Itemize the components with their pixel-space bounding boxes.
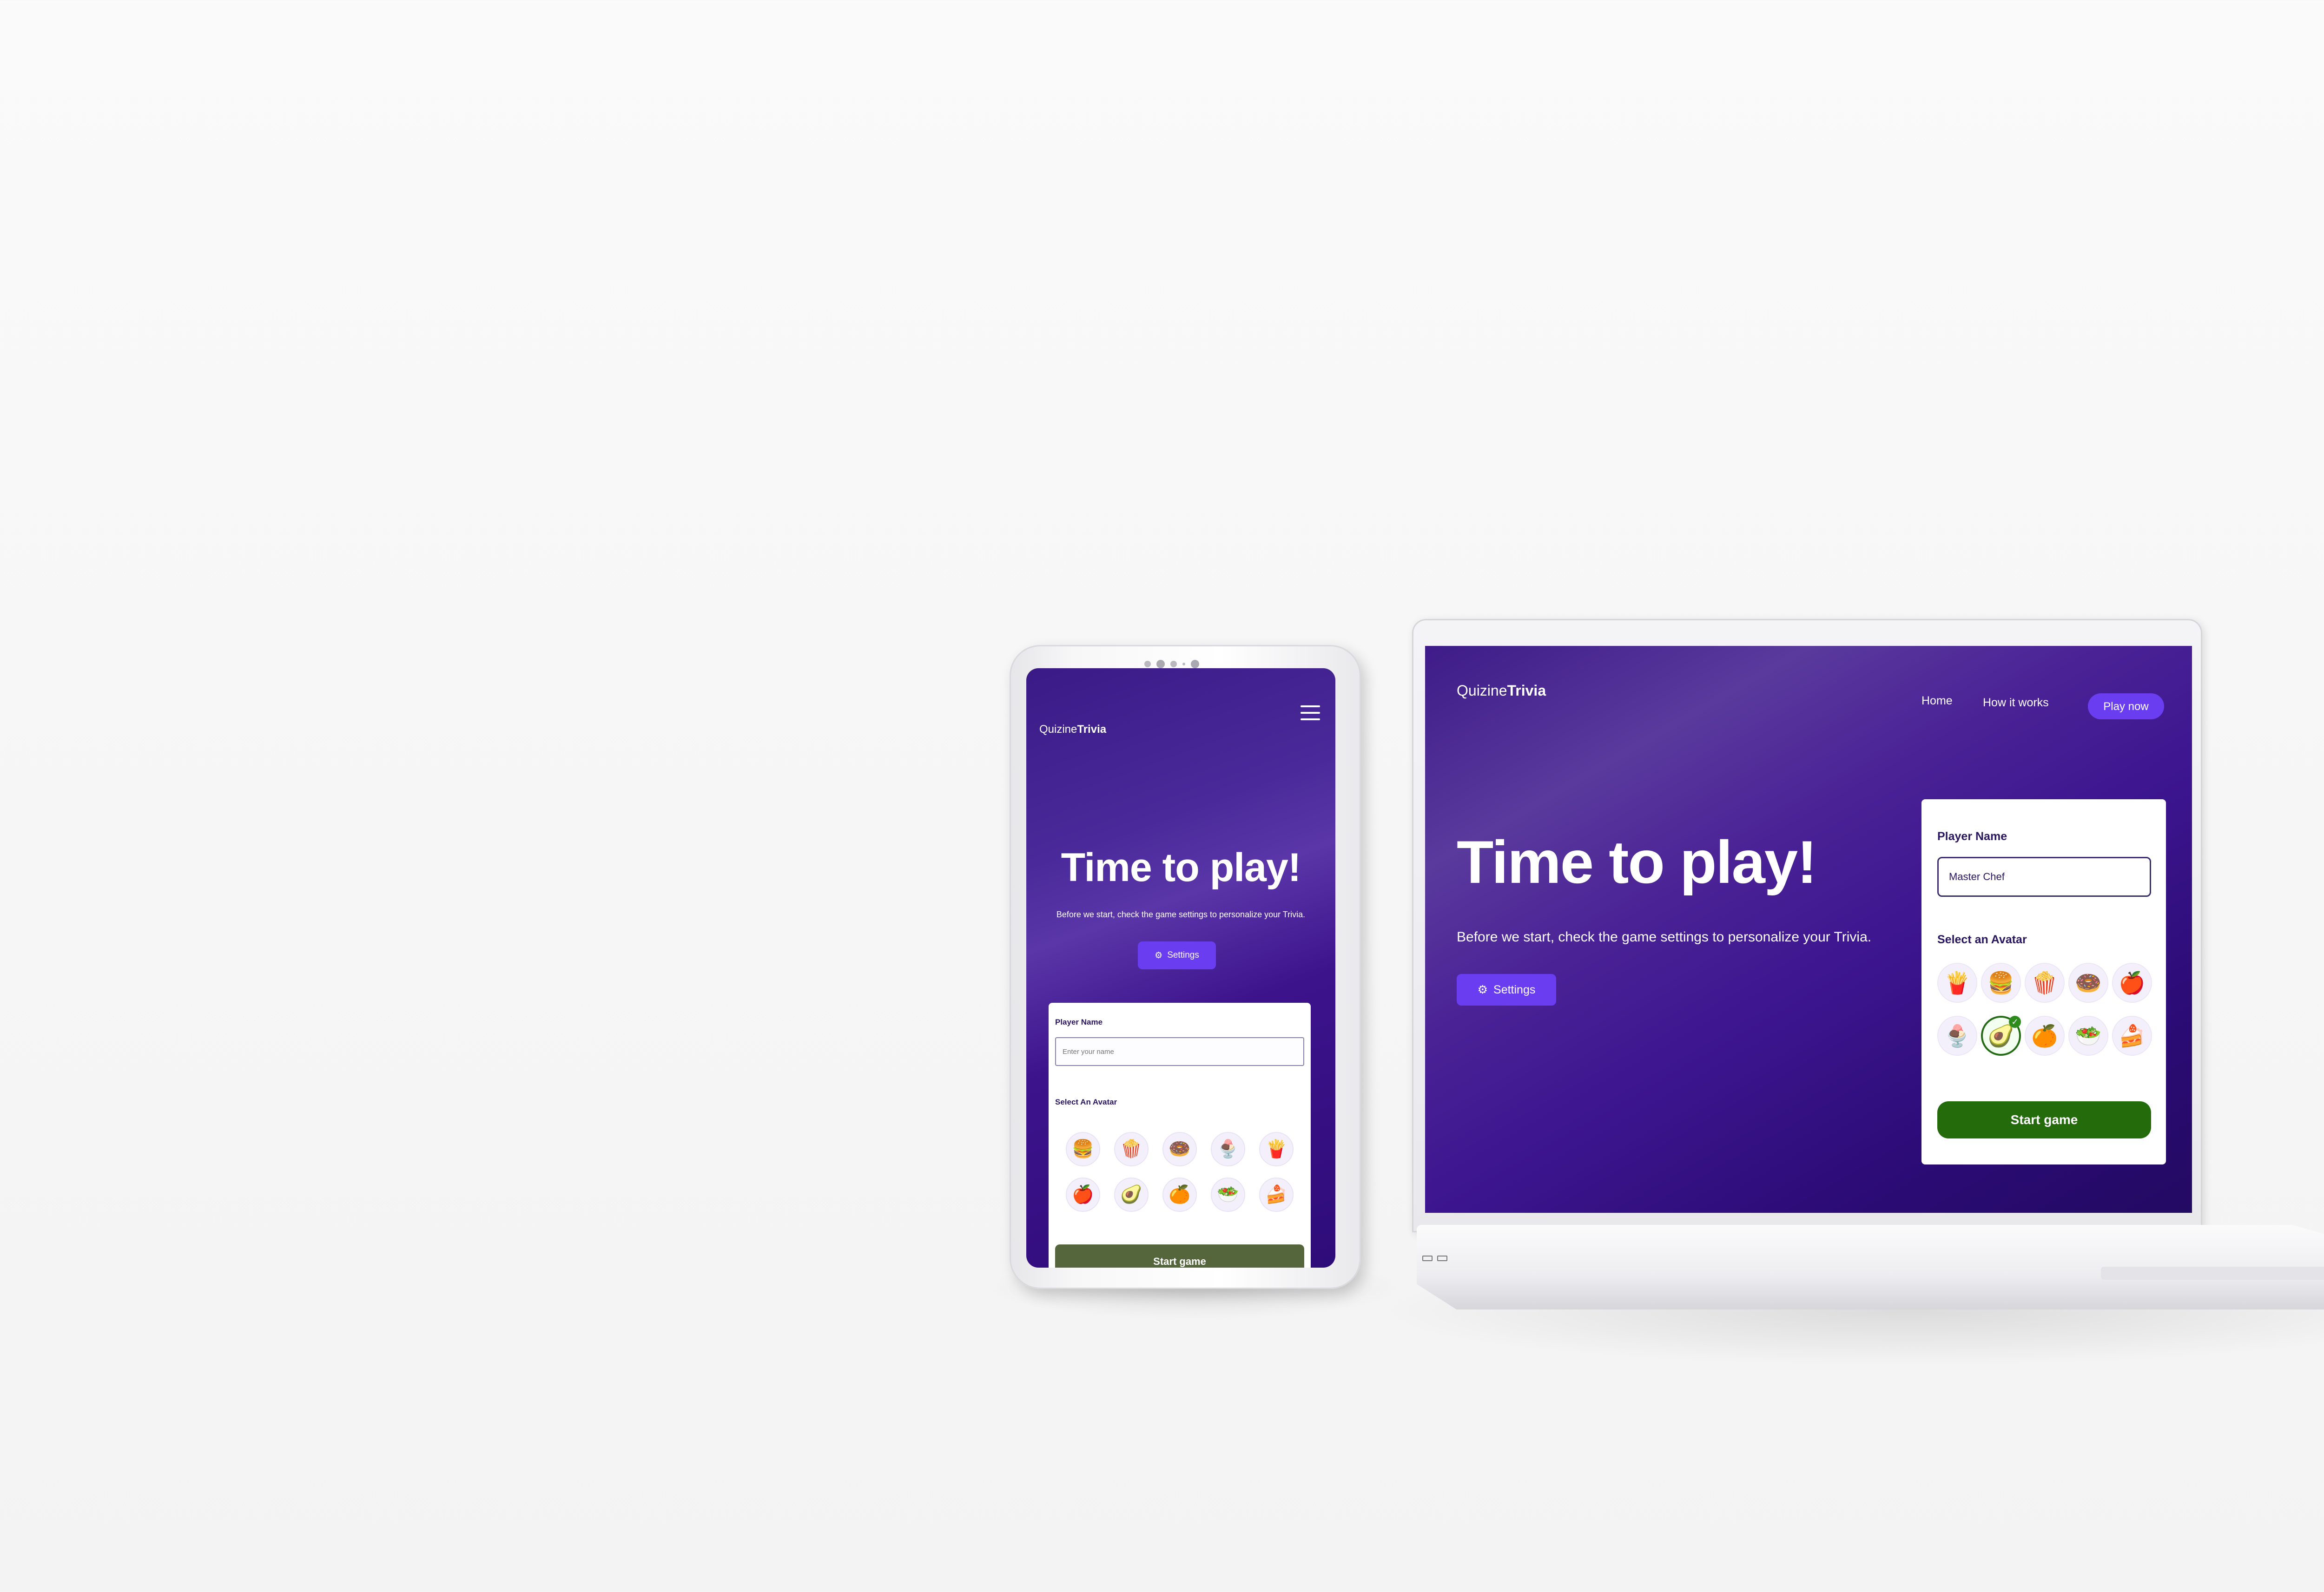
check-icon: ✓ <box>2009 1016 2021 1028</box>
logo-prefix: Quizine <box>1457 682 1507 699</box>
laptop-start-game-button[interactable]: Start game <box>1937 1101 2151 1138</box>
laptop-port-indicators <box>1422 1256 1447 1261</box>
tablet-hero-title: Time to play! <box>1061 845 1301 890</box>
settings-label: Settings <box>1493 983 1536 996</box>
camera-dot <box>1182 663 1185 665</box>
logo-suffix: Trivia <box>1077 723 1107 736</box>
select-avatar-label: Select an Avatar <box>1937 933 2027 946</box>
laptop-hero-title: Time to play! <box>1457 828 1817 896</box>
gear-icon: ⚙ <box>1155 950 1163 960</box>
avatar-option[interactable]: 🍔 <box>1981 963 2021 1003</box>
select-avatar-label: Select An Avatar <box>1055 1098 1117 1106</box>
laptop-logo[interactable]: QuizineTrivia <box>1457 682 1546 699</box>
selected-avatar-emoji: 🥑 <box>1987 1023 2014 1048</box>
avatar-option[interactable]: 🍎 <box>1066 1178 1100 1212</box>
gear-icon: ⚙ <box>1477 983 1488 996</box>
player-name-input[interactable] <box>1937 857 2151 897</box>
avatar-option[interactable]: 🥗 <box>2068 1016 2108 1056</box>
tablet-camera-array <box>1144 660 1199 668</box>
camera-dot <box>1170 661 1177 667</box>
avatar-option[interactable]: 🍰 <box>1259 1178 1294 1212</box>
nav-how-it-works-link[interactable]: How it works <box>1983 696 2049 710</box>
laptop-trackpad-edge <box>2101 1267 2324 1280</box>
avatar-option[interactable]: 🍿 <box>2025 963 2065 1003</box>
player-name-input[interactable] <box>1055 1037 1304 1066</box>
avatar-option[interactable]: 🥑 <box>1114 1178 1149 1212</box>
laptop-settings-button[interactable]: ⚙ Settings <box>1457 974 1556 1006</box>
avatar-option[interactable]: 🍟 <box>1259 1132 1294 1166</box>
laptop-hero-subtitle: Before we start, check the game settings… <box>1457 929 1872 945</box>
play-now-button[interactable]: Play now <box>2088 693 2164 719</box>
laptop-player-card: Player Name Select an Avatar 🍟 🍔 🍿 🍩 🍎 🍨… <box>1921 799 2166 1164</box>
avatar-option[interactable]: 🍿 <box>1114 1132 1149 1166</box>
camera-dot <box>1144 661 1151 667</box>
avatar-option[interactable]: 🍊 <box>1162 1178 1197 1212</box>
avatar-option[interactable]: 🥗 <box>1211 1178 1245 1212</box>
settings-label: Settings <box>1167 950 1199 960</box>
logo-suffix: Trivia <box>1507 682 1546 699</box>
player-name-label: Player Name <box>1055 1018 1103 1026</box>
tablet-logo[interactable]: QuizineTrivia <box>1039 723 1106 736</box>
tablet-hero-subtitle: Before we start, check the game settings… <box>1056 910 1306 919</box>
avatar-option-selected[interactable]: 🥑 ✓ <box>1981 1016 2021 1056</box>
tablet-avatar-grid: 🍔 🍿 🍩 🍨 🍟 🍎 🥑 🍊 🥗 🍰 <box>1059 1132 1301 1212</box>
avatar-option[interactable]: 🍩 <box>2068 963 2108 1003</box>
logo-prefix: Quizine <box>1039 723 1077 736</box>
avatar-option[interactable]: 🍔 <box>1066 1132 1100 1166</box>
avatar-option[interactable]: 🍊 <box>2025 1016 2065 1056</box>
avatar-option[interactable]: 🍟 <box>1937 963 1977 1003</box>
tablet-settings-button[interactable]: ⚙ Settings <box>1138 941 1216 969</box>
nav-home-link[interactable]: Home <box>1921 694 1953 708</box>
avatar-option[interactable]: 🍰 <box>2112 1016 2152 1056</box>
avatar-option[interactable]: 🍎 <box>2112 963 2152 1003</box>
camera-dot <box>1191 660 1199 668</box>
hamburger-menu-icon[interactable] <box>1301 705 1320 722</box>
tablet-screen: QuizineTrivia Time to play! Before we st… <box>1026 668 1335 1268</box>
avatar-option[interactable]: 🍨 <box>1211 1132 1245 1166</box>
tablet-player-card: Player Name Select An Avatar 🍔 🍿 🍩 🍨 🍟 🍎… <box>1049 1003 1311 1268</box>
player-name-label: Player Name <box>1937 830 2007 843</box>
avatar-option[interactable]: 🍨 <box>1937 1016 1977 1056</box>
avatar-option[interactable]: 🍩 <box>1162 1132 1197 1166</box>
laptop-screen: QuizineTrivia Home How it works Play now… <box>1425 646 2192 1213</box>
tablet-start-game-button[interactable]: Start game <box>1055 1244 1304 1268</box>
camera-dot <box>1156 660 1165 668</box>
laptop-avatar-grid: 🍟 🍔 🍿 🍩 🍎 🍨 🥑 ✓ 🍊 🥗 🍰 <box>1935 963 2154 1056</box>
